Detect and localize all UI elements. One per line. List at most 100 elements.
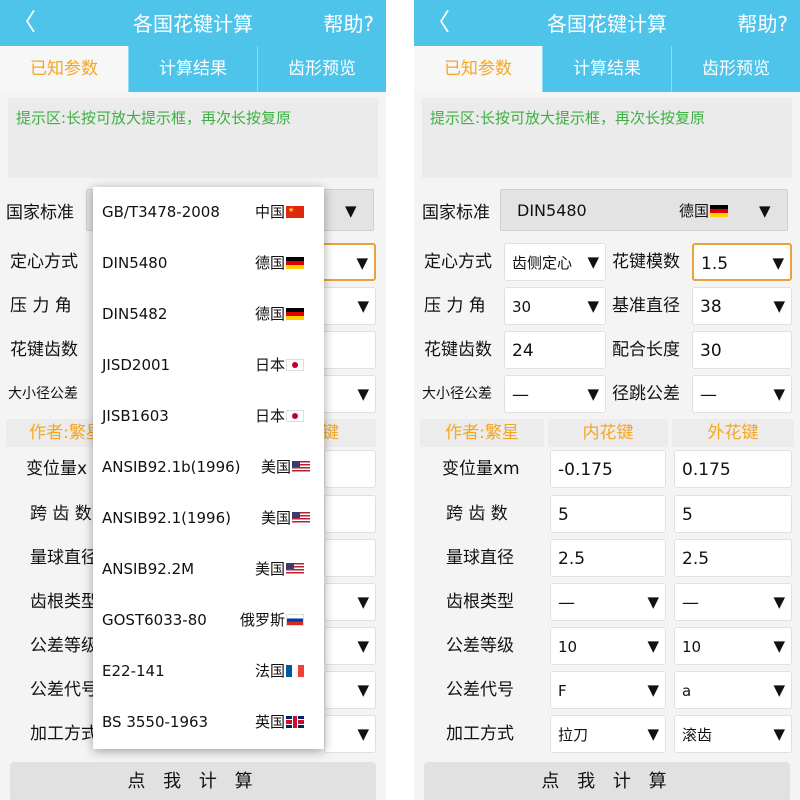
internal-ball-value: 2.5 (558, 549, 586, 569)
external-span-field[interactable]: 5 (674, 495, 792, 533)
pressure-angle-value: 30 (512, 298, 532, 316)
dropdown-arrow-icon: ▼ (357, 725, 369, 743)
option-name: E22-141 (102, 662, 165, 680)
germany-flag-icon (710, 205, 729, 217)
internal-grade-select[interactable]: 10 ▼ (550, 627, 666, 665)
internal-shift-value: -0.175 (558, 460, 613, 480)
external-code-select[interactable]: a ▼ (674, 671, 792, 709)
centering-value: 齿侧定心 (512, 254, 573, 272)
pressure-angle-select[interactable]: 30 ▼ (504, 287, 606, 325)
dropdown-option[interactable]: GOST6033-80 俄罗斯 (93, 595, 324, 646)
option-name: JISD2001 (102, 356, 171, 374)
option-country: 美国 (261, 508, 310, 528)
standard-country: 德国 (679, 200, 729, 222)
external-span-field[interactable] (324, 495, 376, 533)
internal-root-select[interactable]: — ▼ (550, 583, 666, 621)
internal-process-select[interactable]: 拉刀 ▼ (550, 715, 666, 753)
module-value: 1.5 (701, 254, 729, 274)
tab-known-params[interactable]: 已知参数 (0, 46, 128, 92)
runout-tol-value: — (700, 385, 717, 405)
external-grade-select[interactable]: ▼ (324, 627, 376, 665)
external-grade-select[interactable]: 10 ▼ (674, 627, 792, 665)
dropdown-option[interactable]: ANSIB92.2M 美国 (93, 544, 324, 595)
dropdown-option[interactable]: JISB1603 日本 (93, 391, 324, 442)
ref-dia-select[interactable]: 38 ▼ (692, 287, 792, 325)
hint-area[interactable]: 提示区:长按可放大提示框，再次长按复原 (8, 98, 378, 178)
option-name: GB/T3478-2008 (102, 203, 220, 221)
dropdown-option[interactable]: ANSIB92.1(1996) 美国 (93, 493, 324, 544)
tab-preview[interactable]: 齿形预览 (671, 46, 800, 92)
external-ball-field[interactable] (324, 539, 376, 577)
external-header: 外花键 (672, 419, 794, 447)
help-button[interactable]: 帮助? (737, 12, 788, 36)
span-label: 跨 齿 数 (446, 504, 508, 524)
dropdown-option[interactable]: ANSIB92.1b(1996) 美国 (93, 442, 324, 493)
left-screen: 〈 各国花键计算 帮助? 已知参数 计算结果 齿形预览 提示区:长按可放大提示框… (0, 0, 386, 800)
dropdown-arrow-icon: ▼ (587, 297, 599, 315)
standard-label: 国家标准 (422, 203, 490, 223)
help-button[interactable]: 帮助? (323, 12, 374, 36)
title-bar: 〈 各国花键计算 帮助? (0, 0, 386, 46)
teeth-field[interactable]: 24 (504, 331, 606, 369)
dropdown-option[interactable]: DIN5482 德国 (93, 289, 324, 340)
hint-area[interactable]: 提示区:长按可放大提示框，再次长按复原 (422, 98, 792, 178)
external-code-select[interactable]: ▼ (324, 671, 376, 709)
process-label: 加工方式 (446, 724, 514, 744)
right-screen: 〈 各国花键计算 帮助? 已知参数 计算结果 齿形预览 提示区:长按可放大提示框… (414, 0, 800, 800)
usa-flag-icon (292, 461, 310, 473)
option-name: DIN5480 (102, 254, 168, 272)
external-shift-field[interactable]: 0.175 (674, 450, 792, 488)
internal-shift-field[interactable]: -0.175 (550, 450, 666, 488)
tab-preview[interactable]: 齿形预览 (257, 46, 386, 92)
external-process-select[interactable]: ▼ (324, 715, 376, 753)
standard-dropdown-list: GB/T3478-2008 中国 DIN5480 德国 DIN5482 德国 J… (93, 187, 324, 749)
option-country: 中国 (255, 202, 304, 222)
dia-tol-label: 大小径公差 (8, 386, 78, 402)
internal-span-field[interactable]: 5 (550, 495, 666, 533)
dropdown-option[interactable]: GB/T3478-2008 中国 (93, 187, 324, 238)
external-process-select[interactable]: 滚齿 ▼ (674, 715, 792, 753)
dropdown-arrow-icon: ▼ (772, 254, 784, 272)
external-root-select[interactable]: — ▼ (674, 583, 792, 621)
calculate-button[interactable]: 点 我 计 算 (10, 762, 376, 800)
code-label: 公差代号 (446, 680, 514, 700)
dropdown-arrow-icon: ▼ (647, 725, 659, 743)
option-country: 英国 (255, 712, 304, 732)
dropdown-arrow-icon: ▼ (773, 637, 785, 655)
shift-label: 变位量x (26, 459, 88, 479)
fit-length-label: 配合长度 (612, 340, 680, 360)
tab-known-params[interactable]: 已知参数 (414, 46, 542, 92)
module-select[interactable]: 1.5 ▼ (692, 243, 792, 281)
runout-tol-select[interactable]: — ▼ (692, 375, 792, 413)
dropdown-arrow-icon: ▼ (356, 254, 368, 272)
dropdown-arrow-icon: ▼ (587, 385, 599, 403)
dia-tol-select[interactable]: — ▼ (504, 375, 606, 413)
author-label: 作者:繁星 (420, 419, 544, 447)
external-ball-field[interactable]: 2.5 (674, 539, 792, 577)
internal-span-value: 5 (558, 505, 569, 525)
root-label: 齿根类型 (30, 592, 98, 612)
fit-length-field[interactable]: 30 (692, 331, 792, 369)
tab-results[interactable]: 计算结果 (542, 46, 671, 92)
dropdown-option[interactable]: JISD2001 日本 (93, 340, 324, 391)
internal-code-select[interactable]: F ▼ (550, 671, 666, 709)
calculate-button[interactable]: 点 我 计 算 (424, 762, 790, 800)
dropdown-arrow-icon: ▼ (647, 637, 659, 655)
usa-flag-icon (292, 512, 310, 524)
teeth-value: 24 (512, 341, 534, 361)
code-label: 公差代号 (30, 680, 98, 700)
external-root-select[interactable]: ▼ (324, 583, 376, 621)
internal-ball-field[interactable]: 2.5 (550, 539, 666, 577)
external-shift-field[interactable] (324, 450, 376, 488)
dropdown-option[interactable]: BS 3550-1963 英国 (93, 697, 324, 748)
standard-select[interactable]: DIN5480 德国 ▼ (500, 189, 788, 231)
tab-results[interactable]: 计算结果 (128, 46, 257, 92)
centering-select[interactable]: 齿侧定心 ▼ (504, 243, 606, 281)
root-label: 齿根类型 (446, 592, 514, 612)
dropdown-arrow-icon: ▼ (647, 681, 659, 699)
germany-flag-icon (286, 257, 304, 269)
option-name: JISB1603 (102, 407, 169, 425)
dropdown-arrow-icon: ▼ (647, 593, 659, 611)
dropdown-option[interactable]: DIN5480 德国 (93, 238, 324, 289)
dropdown-option[interactable]: E22-141 法国 (93, 646, 324, 697)
